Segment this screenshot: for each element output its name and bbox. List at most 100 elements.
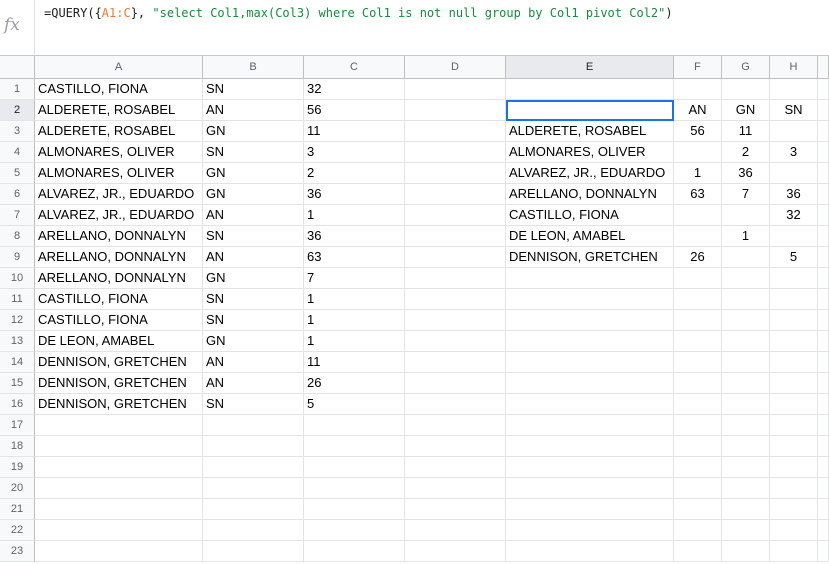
- cell-code[interactable]: SN: [203, 289, 304, 310]
- cell[interactable]: [506, 352, 674, 373]
- cell[interactable]: [35, 478, 203, 499]
- formula-input[interactable]: =QUERY({A1:C}, "select Col1,max(Col3) wh…: [44, 6, 673, 20]
- cell-name[interactable]: DENNISON, GRETCHEN: [35, 373, 203, 394]
- cell[interactable]: [405, 394, 506, 415]
- pivot-value-cell[interactable]: 1: [674, 163, 722, 184]
- pivot-value-cell[interactable]: [722, 205, 770, 226]
- cell[interactable]: [722, 352, 770, 373]
- cell[interactable]: [770, 436, 818, 457]
- active-cell[interactable]: [506, 100, 674, 121]
- row-header-12[interactable]: 12: [0, 310, 35, 331]
- cell[interactable]: [674, 415, 722, 436]
- cell[interactable]: [818, 457, 829, 478]
- cell[interactable]: [770, 478, 818, 499]
- pivot-value-cell[interactable]: [770, 121, 818, 142]
- cell[interactable]: [770, 415, 818, 436]
- cell-value[interactable]: 32: [304, 79, 405, 100]
- cell[interactable]: [304, 541, 405, 562]
- cell[interactable]: [405, 226, 506, 247]
- pivot-header-cell[interactable]: AN: [674, 100, 722, 121]
- column-header-a[interactable]: A: [35, 56, 203, 79]
- cell[interactable]: [405, 520, 506, 541]
- cell-code[interactable]: GN: [203, 184, 304, 205]
- cell[interactable]: [722, 478, 770, 499]
- cell[interactable]: [770, 457, 818, 478]
- cell[interactable]: [674, 310, 722, 331]
- cell[interactable]: [506, 478, 674, 499]
- row-header-7[interactable]: 7: [0, 205, 35, 226]
- pivot-value-cell[interactable]: 36: [770, 184, 818, 205]
- cell[interactable]: [405, 184, 506, 205]
- cell-code[interactable]: AN: [203, 247, 304, 268]
- cell-name[interactable]: DENNISON, GRETCHEN: [35, 352, 203, 373]
- cell-code[interactable]: AN: [203, 100, 304, 121]
- cell[interactable]: [405, 289, 506, 310]
- row-header-9[interactable]: 9: [0, 247, 35, 268]
- row-header-23[interactable]: 23: [0, 541, 35, 562]
- pivot-value-cell[interactable]: 5: [770, 247, 818, 268]
- cell-name[interactable]: ARELLANO, DONNALYN: [35, 268, 203, 289]
- cell[interactable]: [405, 310, 506, 331]
- cell[interactable]: [722, 289, 770, 310]
- cell[interactable]: [35, 520, 203, 541]
- cell-code[interactable]: GN: [203, 268, 304, 289]
- cell[interactable]: [722, 541, 770, 562]
- cell-code[interactable]: AN: [203, 205, 304, 226]
- cell-value[interactable]: 26: [304, 373, 405, 394]
- cell[interactable]: [674, 499, 722, 520]
- cell[interactable]: [674, 478, 722, 499]
- cell-name[interactable]: CASTILLO, FIONA: [35, 310, 203, 331]
- cell[interactable]: [818, 289, 829, 310]
- row-header-15[interactable]: 15: [0, 373, 35, 394]
- cell[interactable]: [770, 289, 818, 310]
- cell[interactable]: [770, 268, 818, 289]
- cell[interactable]: [405, 268, 506, 289]
- row-header-1[interactable]: 1: [0, 79, 35, 100]
- cell-code[interactable]: AN: [203, 373, 304, 394]
- row-header-20[interactable]: 20: [0, 478, 35, 499]
- cell[interactable]: [818, 142, 829, 163]
- cell-value[interactable]: 1: [304, 289, 405, 310]
- cell[interactable]: [304, 436, 405, 457]
- cell-value[interactable]: 56: [304, 100, 405, 121]
- cell[interactable]: [203, 436, 304, 457]
- pivot-row-label[interactable]: ALVAREZ, JR., EDUARDO: [506, 163, 674, 184]
- cell[interactable]: [506, 436, 674, 457]
- spreadsheet-grid[interactable]: A B C D E F G H 1 2 3 4 5 6 7 8 9 10 11 12 13 14 15 16 17 18 19 20 2…: [0, 56, 829, 564]
- cell[interactable]: [35, 436, 203, 457]
- cell[interactable]: [506, 310, 674, 331]
- pivot-value-cell[interactable]: 2: [722, 142, 770, 163]
- cell[interactable]: [405, 331, 506, 352]
- cell[interactable]: [35, 541, 203, 562]
- cell-value[interactable]: 7: [304, 268, 405, 289]
- cell-name[interactable]: ALVAREZ, JR., EDUARDO: [35, 205, 203, 226]
- column-header-h[interactable]: H: [770, 56, 818, 79]
- pivot-value-cell[interactable]: 32: [770, 205, 818, 226]
- cell-name[interactable]: ARELLANO, DONNALYN: [35, 226, 203, 247]
- cell[interactable]: [722, 79, 770, 100]
- row-header-5[interactable]: 5: [0, 163, 35, 184]
- select-all-corner[interactable]: [0, 56, 35, 79]
- cell[interactable]: [203, 478, 304, 499]
- cell[interactable]: [405, 373, 506, 394]
- cell[interactable]: [818, 310, 829, 331]
- cell[interactable]: [304, 499, 405, 520]
- pivot-value-cell[interactable]: [674, 226, 722, 247]
- cell[interactable]: [203, 457, 304, 478]
- cell-value[interactable]: 11: [304, 352, 405, 373]
- row-header-10[interactable]: 10: [0, 268, 35, 289]
- pivot-value-cell[interactable]: [722, 247, 770, 268]
- pivot-value-cell[interactable]: 26: [674, 247, 722, 268]
- cell[interactable]: [405, 100, 506, 121]
- cell-value[interactable]: 3: [304, 142, 405, 163]
- column-header-b[interactable]: B: [203, 56, 304, 79]
- cell[interactable]: [818, 499, 829, 520]
- cell-name[interactable]: ALVAREZ, JR., EDUARDO: [35, 184, 203, 205]
- cell[interactable]: [818, 247, 829, 268]
- pivot-value-cell[interactable]: 3: [770, 142, 818, 163]
- cell-value[interactable]: 11: [304, 121, 405, 142]
- column-header-f[interactable]: F: [674, 56, 722, 79]
- cell[interactable]: [405, 205, 506, 226]
- cell-name[interactable]: ALMONARES, OLIVER: [35, 163, 203, 184]
- pivot-row-label[interactable]: ARELLANO, DONNALYN: [506, 184, 674, 205]
